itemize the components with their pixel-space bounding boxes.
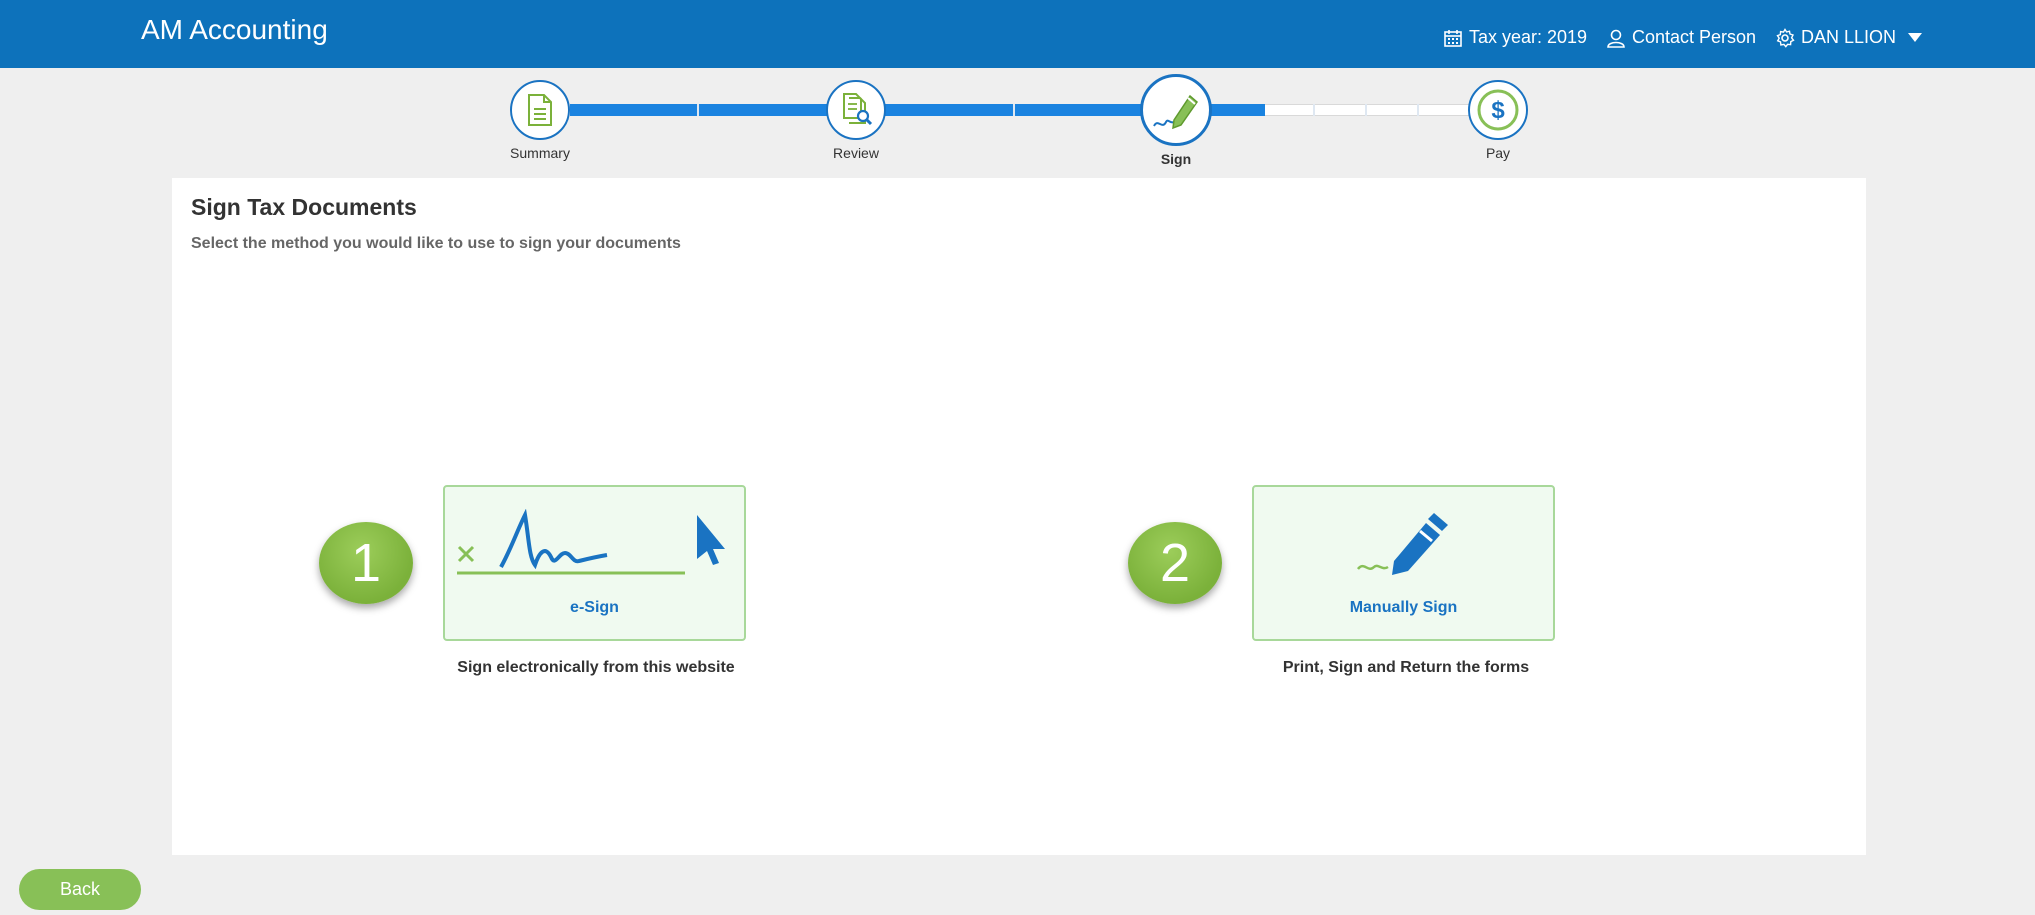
option-number-badge: 1 xyxy=(319,522,413,604)
manual-sign-option[interactable]: Manually Sign xyxy=(1252,485,1555,641)
progress-divider xyxy=(1365,104,1367,116)
step-summary[interactable] xyxy=(510,80,570,140)
progress-divider xyxy=(1313,104,1315,116)
e-signature-icon xyxy=(457,509,725,575)
gear-icon xyxy=(1776,27,1795,48)
progress-divider xyxy=(1013,104,1015,116)
progress-bar-remaining xyxy=(1265,104,1477,116)
chevron-down-icon xyxy=(1908,33,1923,42)
progress-divider xyxy=(697,104,699,116)
contact-person-link[interactable]: Contact Person xyxy=(1606,27,1756,48)
brand-title: AM Accounting xyxy=(141,14,328,45)
page-subtitle: Select the method you would like to use … xyxy=(191,235,681,252)
top-header: AM Accounting Tax year: 2019 Contact Per… xyxy=(0,0,2035,68)
user-menu[interactable]: DAN LLION xyxy=(1775,27,1923,48)
step-sign-label: Sign xyxy=(1160,151,1192,167)
manual-sign-title: Manually Sign xyxy=(1349,599,1458,616)
e-sign-option[interactable]: e-Sign xyxy=(443,485,746,641)
e-sign-description: Sign electronically from this website xyxy=(457,659,735,676)
manual-sign-description: Print, Sign and Return the forms xyxy=(1282,659,1530,676)
tax-year-selector[interactable]: Tax year: 2019 xyxy=(1443,27,1587,48)
contact-person-label: Contact Person xyxy=(1632,27,1757,47)
e-sign-title: e-Sign xyxy=(570,599,619,616)
tax-year-label: Tax year: 2019 xyxy=(1469,27,1588,47)
document-icon xyxy=(528,94,552,126)
svg-text:$: $ xyxy=(1491,97,1505,124)
step-review-label: Review xyxy=(833,145,879,161)
dollar-icon: $ xyxy=(1477,89,1519,131)
content-panel xyxy=(172,178,1866,855)
step-pay-label: Pay xyxy=(1485,145,1511,161)
step-summary-label: Summary xyxy=(510,145,570,161)
progress-divider xyxy=(1417,104,1419,116)
step-sign[interactable] xyxy=(1140,74,1212,146)
step-pay[interactable]: $ xyxy=(1468,80,1528,140)
page-title: Sign Tax Documents xyxy=(191,194,417,220)
step-review[interactable] xyxy=(826,80,886,140)
back-button[interactable]: Back xyxy=(19,869,141,910)
review-document-icon xyxy=(843,93,873,126)
pen-icon xyxy=(1357,513,1448,575)
user-icon xyxy=(1607,29,1625,48)
pen-sign-icon xyxy=(1153,94,1199,130)
calendar-icon xyxy=(1444,29,1462,47)
user-name: DAN LLION xyxy=(1801,27,1897,47)
option-number-badge: 2 xyxy=(1128,522,1222,604)
